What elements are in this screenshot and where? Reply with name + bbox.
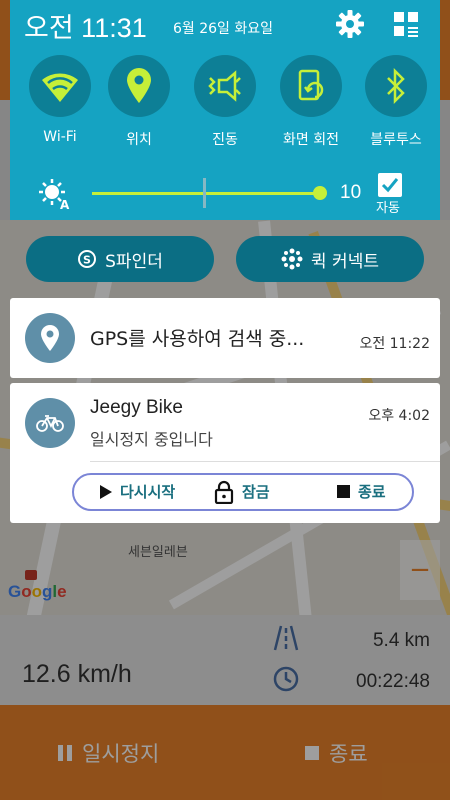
- svg-text:S: S: [83, 254, 91, 267]
- grid-edit-icon[interactable]: [390, 8, 422, 40]
- stop-action-button[interactable]: 종료: [337, 475, 386, 508]
- play-icon: [100, 484, 112, 499]
- brightness-slider-thumb[interactable]: [313, 186, 327, 200]
- s-finder-icon: S: [78, 250, 97, 268]
- quick-connect-icon: [281, 248, 303, 270]
- s-finder-button[interactable]: S S파인더: [26, 236, 214, 282]
- brightness-slider-marker: [203, 178, 206, 208]
- location-pin-icon: [41, 325, 59, 351]
- gps-notification-title: GPS를 사용하여 검색 중...: [90, 328, 305, 350]
- gps-notification-icon: [25, 313, 75, 363]
- auto-brightness-checkbox[interactable]: [378, 173, 402, 197]
- checkmark-icon: [381, 178, 399, 193]
- resume-action-button[interactable]: 다시시작: [100, 475, 175, 508]
- bike-app-icon: [25, 398, 75, 448]
- qs-label-bluetooth: 블루투스: [370, 132, 422, 148]
- gps-notification-time: 오전 11:22: [359, 336, 430, 352]
- app-notification-status: 일시정지 중입니다: [90, 430, 213, 449]
- notification-divider: [90, 461, 440, 462]
- vibrate-icon: [208, 70, 241, 102]
- qs-label-vibrate: 진동: [212, 132, 238, 148]
- location-icon: [127, 68, 151, 103]
- qs-label-rotation: 화면 회전: [283, 132, 339, 148]
- bicycle-icon: [36, 415, 64, 432]
- wifi-toggle[interactable]: [29, 55, 91, 117]
- brightness-auto-icon: A: [39, 179, 70, 210]
- gps-notification[interactable]: GPS를 사용하여 검색 중... 오전 11:22: [10, 298, 440, 378]
- qs-label-location: 위치: [126, 132, 152, 148]
- quick-connect-button[interactable]: 퀵 커넥트: [236, 236, 424, 282]
- lock-icon: [214, 480, 234, 504]
- app-notification[interactable]: Jeegy Bike 오후 4:02 일시정지 중입니다 다시시작 잠금 종료: [10, 383, 440, 523]
- bluetooth-icon: [387, 68, 405, 104]
- rotation-toggle[interactable]: [280, 55, 342, 117]
- auto-brightness-label: 자동: [376, 201, 400, 216]
- app-notification-title: Jeegy Bike: [90, 397, 183, 418]
- lock-action-button[interactable]: 잠금: [214, 475, 270, 508]
- notification-actions: 다시시작 잠금 종료: [72, 473, 414, 511]
- vibrate-toggle[interactable]: [194, 55, 256, 117]
- wifi-icon: [42, 73, 78, 102]
- gear-icon[interactable]: [334, 8, 366, 40]
- status-clock: 오전 11:31: [24, 13, 147, 43]
- qs-label-wifi: Wi-Fi: [43, 129, 77, 145]
- location-toggle[interactable]: [108, 55, 170, 117]
- brightness-value: 10: [340, 182, 362, 203]
- svg-text:A: A: [60, 198, 70, 210]
- stop-square-icon: [337, 485, 350, 498]
- app-notification-time: 오후 4:02: [368, 408, 430, 424]
- brightness-slider-track[interactable]: [92, 192, 320, 195]
- rotate-icon: [298, 69, 324, 101]
- status-date: 6월 26일 화요일: [173, 21, 274, 37]
- bluetooth-toggle[interactable]: [365, 55, 427, 117]
